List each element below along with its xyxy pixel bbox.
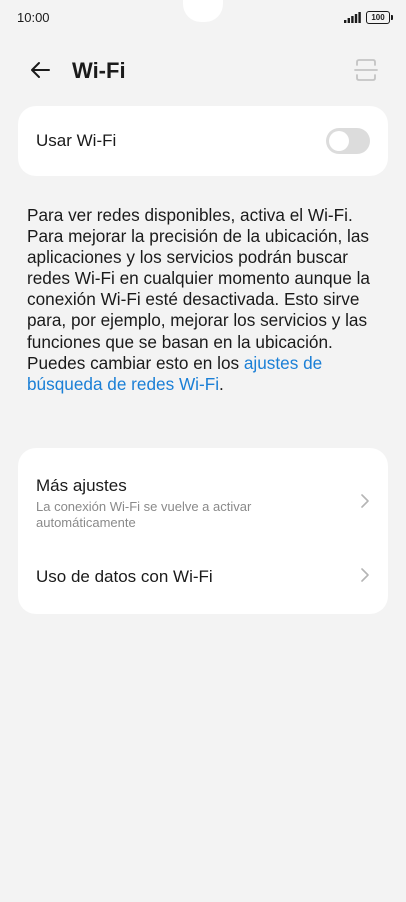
chevron-right-icon <box>361 494 369 508</box>
info-body: Para ver redes disponibles, activa el Wi… <box>27 205 370 373</box>
more-settings-title: Más ajustes <box>36 476 127 495</box>
settings-list-card: Más ajustes La conexión Wi-Fi se vuelve … <box>18 448 388 614</box>
status-bar: 10:00 100 <box>0 0 406 40</box>
status-icons: 100 <box>344 11 393 24</box>
qr-scan-icon <box>354 59 378 81</box>
chevron-right-icon <box>361 568 369 582</box>
back-button[interactable] <box>24 54 56 86</box>
status-time: 10:00 <box>17 10 50 25</box>
info-suffix: . <box>219 373 224 394</box>
app-header: Wi-Fi <box>0 50 406 92</box>
toggle-knob <box>329 131 349 151</box>
qr-scan-button[interactable] <box>352 56 380 84</box>
back-arrow-icon <box>31 62 50 78</box>
page-title: Wi-Fi <box>72 58 126 83</box>
wifi-data-usage-item[interactable]: Uso de datos con Wi-Fi <box>18 548 388 614</box>
wifi-data-usage-title: Uso de datos con Wi-Fi <box>36 567 213 586</box>
battery-icon: 100 <box>366 11 393 24</box>
wifi-toggle-label: Usar Wi-Fi <box>36 131 117 150</box>
wifi-toggle-switch[interactable] <box>326 128 370 154</box>
more-settings-item[interactable]: Más ajustes La conexión Wi-Fi se vuelve … <box>18 448 388 548</box>
wifi-info-text: Para ver redes disponibles, activa el Wi… <box>27 205 378 395</box>
signal-icon <box>344 12 361 23</box>
wifi-toggle-card: Usar Wi-Fi <box>18 106 388 176</box>
camera-notch <box>183 0 223 22</box>
more-settings-subtitle: La conexión Wi-Fi se vuelve a activar au… <box>36 499 252 530</box>
